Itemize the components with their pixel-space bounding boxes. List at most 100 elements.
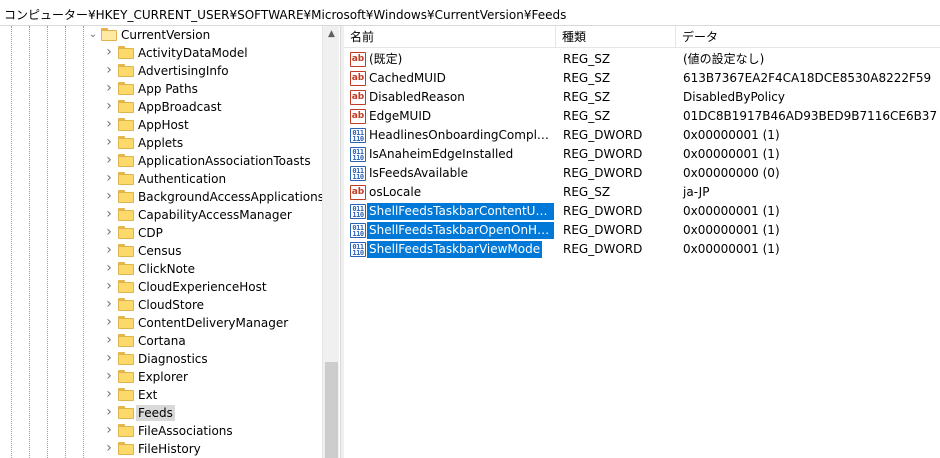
tree-item-appbroadcast[interactable]: › AppBroadcast xyxy=(0,98,322,116)
string-value-icon: ab xyxy=(350,52,366,67)
folder-icon xyxy=(118,442,134,455)
tree-item-cloudexperiencehost[interactable]: › CloudExperienceHost xyxy=(0,278,322,296)
tree-item-fileassociations[interactable]: › FileAssociations xyxy=(0,422,322,440)
tree-item-backgroundaccessapplications[interactable]: › BackgroundAccessApplications xyxy=(0,188,324,206)
tree-item-feeds[interactable]: › Feeds xyxy=(0,404,322,422)
value-row[interactable]: 011110ShellFeedsTaskbarContentUpdate... R… xyxy=(344,202,940,221)
chevron-right-icon[interactable]: › xyxy=(103,45,115,59)
chevron-right-icon[interactable]: › xyxy=(103,369,115,383)
value-row[interactable]: 011 110 ShellFeedsTaskbarViewMode REG_DWORD… xyxy=(344,240,940,259)
tree-item-filehistory[interactable]: › FileHistory xyxy=(0,440,322,458)
tree-item-label: Applets xyxy=(138,136,184,150)
folder-icon xyxy=(118,388,134,401)
value-name: HeadlinesOnboardingComplete xyxy=(369,128,554,142)
chevron-right-icon[interactable]: › xyxy=(103,99,115,113)
folder-icon xyxy=(118,46,134,59)
address-bar[interactable]: コンピューター¥HKEY_CURRENT_USER¥SOFTWARE¥Micro… xyxy=(0,0,940,26)
chevron-right-icon[interactable]: › xyxy=(103,441,115,455)
tree-item-apphost[interactable]: › AppHost xyxy=(0,116,322,134)
chevron-right-icon[interactable]: › xyxy=(103,297,115,311)
value-row[interactable]: 011 110 ShellFeedsTaskbarOpenOnHover REG_DW… xyxy=(344,221,940,240)
tree-item-cloudstore[interactable]: › CloudStore xyxy=(0,296,322,314)
tree-item-currentversion[interactable]: ⌄ CurrentVersion xyxy=(0,26,322,44)
tree-item-label: AppBroadcast xyxy=(138,100,222,114)
value-name: ShellFeedsTaskbarOpenOnHover xyxy=(367,222,554,239)
list-header: 名前 種類 データ xyxy=(344,26,940,48)
column-header-data[interactable]: データ xyxy=(676,26,940,48)
value-name: (既定) xyxy=(369,52,403,66)
value-type: REG_SZ xyxy=(563,52,611,66)
value-row[interactable]: 011 110 IsFeedsAvailable REG_DWORD 0x0000000… xyxy=(344,164,940,183)
value-row[interactable]: ab (既定) REG_SZ (値の設定なし) xyxy=(344,50,940,69)
folder-icon xyxy=(118,190,134,203)
value-name: DisabledReason xyxy=(369,90,465,104)
chevron-down-icon[interactable]: ⌄ xyxy=(87,29,99,41)
value-type: REG_DWORD xyxy=(563,147,643,161)
value-data: 0x00000000 (0) xyxy=(683,166,780,180)
value-row[interactable]: ab osLocale REG_SZ ja-JP xyxy=(344,183,940,202)
chevron-right-icon[interactable]: › xyxy=(103,351,115,365)
tree-item-applets[interactable]: › Applets xyxy=(0,134,322,152)
tree-item-activitydatamodel[interactable]: › ActivityDataModel xyxy=(0,44,322,62)
value-data: 0x00000001 (1) xyxy=(683,223,780,237)
chevron-right-icon[interactable]: › xyxy=(103,315,115,329)
value-name: ShellFeedsTaskbarViewMode xyxy=(367,241,543,258)
chevron-right-icon[interactable]: › xyxy=(103,117,115,131)
folder-icon xyxy=(118,208,134,221)
tree-item-clicknote[interactable]: › ClickNote xyxy=(0,260,322,278)
tree-item-diagnostics[interactable]: › Diagnostics xyxy=(0,350,322,368)
chevron-right-icon[interactable]: › xyxy=(103,261,115,275)
tree-item-advertisinginfo[interactable]: › AdvertisingInfo xyxy=(0,62,322,80)
value-row[interactable]: ab DisabledReason REG_SZ DisabledByPolicy xyxy=(344,88,940,107)
chevron-right-icon[interactable]: › xyxy=(103,153,115,167)
value-row[interactable]: ab CachedMUID REG_SZ 613B7367EA2F4CA18DCE85… xyxy=(344,69,940,88)
tree-item-authentication[interactable]: › Authentication xyxy=(0,170,322,188)
tree-item-contentdeliverymanager[interactable]: › ContentDeliveryManager xyxy=(0,314,322,332)
tree-item-label: AdvertisingInfo xyxy=(138,64,229,78)
tree-item-label: CurrentVersion xyxy=(121,28,211,42)
tree-item-ext[interactable]: › Ext xyxy=(0,386,322,404)
chevron-right-icon[interactable]: › xyxy=(103,333,115,347)
registry-tree[interactable]: ⌄ CurrentVersion › ActivityDataModel › Adve… xyxy=(0,26,340,458)
chevron-right-icon[interactable]: › xyxy=(103,189,115,203)
tree-item-label: AppHost xyxy=(138,118,189,132)
value-type: REG_DWORD xyxy=(563,223,643,237)
chevron-right-icon[interactable]: › xyxy=(103,171,115,185)
tree-item-app-paths[interactable]: › App Paths xyxy=(0,80,322,98)
dword-value-icon: 011 110 xyxy=(350,128,366,143)
chevron-right-icon[interactable]: › xyxy=(103,63,115,77)
folder-icon xyxy=(118,82,134,95)
scrollbar-thumb[interactable] xyxy=(325,362,338,458)
values-list[interactable]: 名前 種類 データ ab (既定) REG_SZ (値の設定なし) ab CachedMU… xyxy=(344,26,940,458)
chevron-right-icon[interactable]: › xyxy=(103,135,115,149)
chevron-right-icon[interactable]: › xyxy=(103,279,115,293)
tree-item-capabilityaccessmanager[interactable]: › CapabilityAccessManager xyxy=(0,206,322,224)
chevron-right-icon[interactable]: › xyxy=(103,405,115,419)
tree-item-cdp[interactable]: › CDP xyxy=(0,224,322,242)
tree-item-label: ClickNote xyxy=(138,262,195,276)
folder-icon xyxy=(118,226,134,239)
column-header-name[interactable]: 名前 xyxy=(344,26,556,48)
value-row[interactable]: ab EdgeMUID REG_SZ 01DC8B1917B46AD93BED9B71… xyxy=(344,107,940,126)
folder-icon xyxy=(118,154,134,167)
chevron-right-icon[interactable]: › xyxy=(103,81,115,95)
value-data: DisabledByPolicy xyxy=(683,90,785,104)
tree-item-census[interactable]: › Census xyxy=(0,242,322,260)
column-header-type[interactable]: 種類 xyxy=(556,26,676,48)
tree-item-explorer[interactable]: › Explorer xyxy=(0,368,322,386)
dword-value-icon: 011 110 xyxy=(350,147,366,162)
value-type: REG_SZ xyxy=(563,185,611,199)
tree-item-label: FileAssociations xyxy=(138,424,233,438)
tree-item-cortana[interactable]: › Cortana xyxy=(0,332,322,350)
chevron-right-icon[interactable]: › xyxy=(103,387,115,401)
chevron-right-icon[interactable]: › xyxy=(103,225,115,239)
chevron-right-icon[interactable]: › xyxy=(103,243,115,257)
chevron-right-icon[interactable]: › xyxy=(103,423,115,437)
value-row[interactable]: 011 110 HeadlinesOnboardingComplete REG_DWO… xyxy=(344,126,940,145)
tree-scrollbar[interactable]: ▲ xyxy=(322,26,339,458)
tree-item-label: FileHistory xyxy=(138,442,201,456)
scroll-up-arrow-icon[interactable]: ▲ xyxy=(323,26,340,43)
chevron-right-icon[interactable]: › xyxy=(103,207,115,221)
tree-item-applicationassociationtoasts[interactable]: › ApplicationAssociationToasts xyxy=(0,152,322,170)
value-row[interactable]: 011 110 IsAnaheimEdgeInstalled REG_DWORD 0x0… xyxy=(344,145,940,164)
